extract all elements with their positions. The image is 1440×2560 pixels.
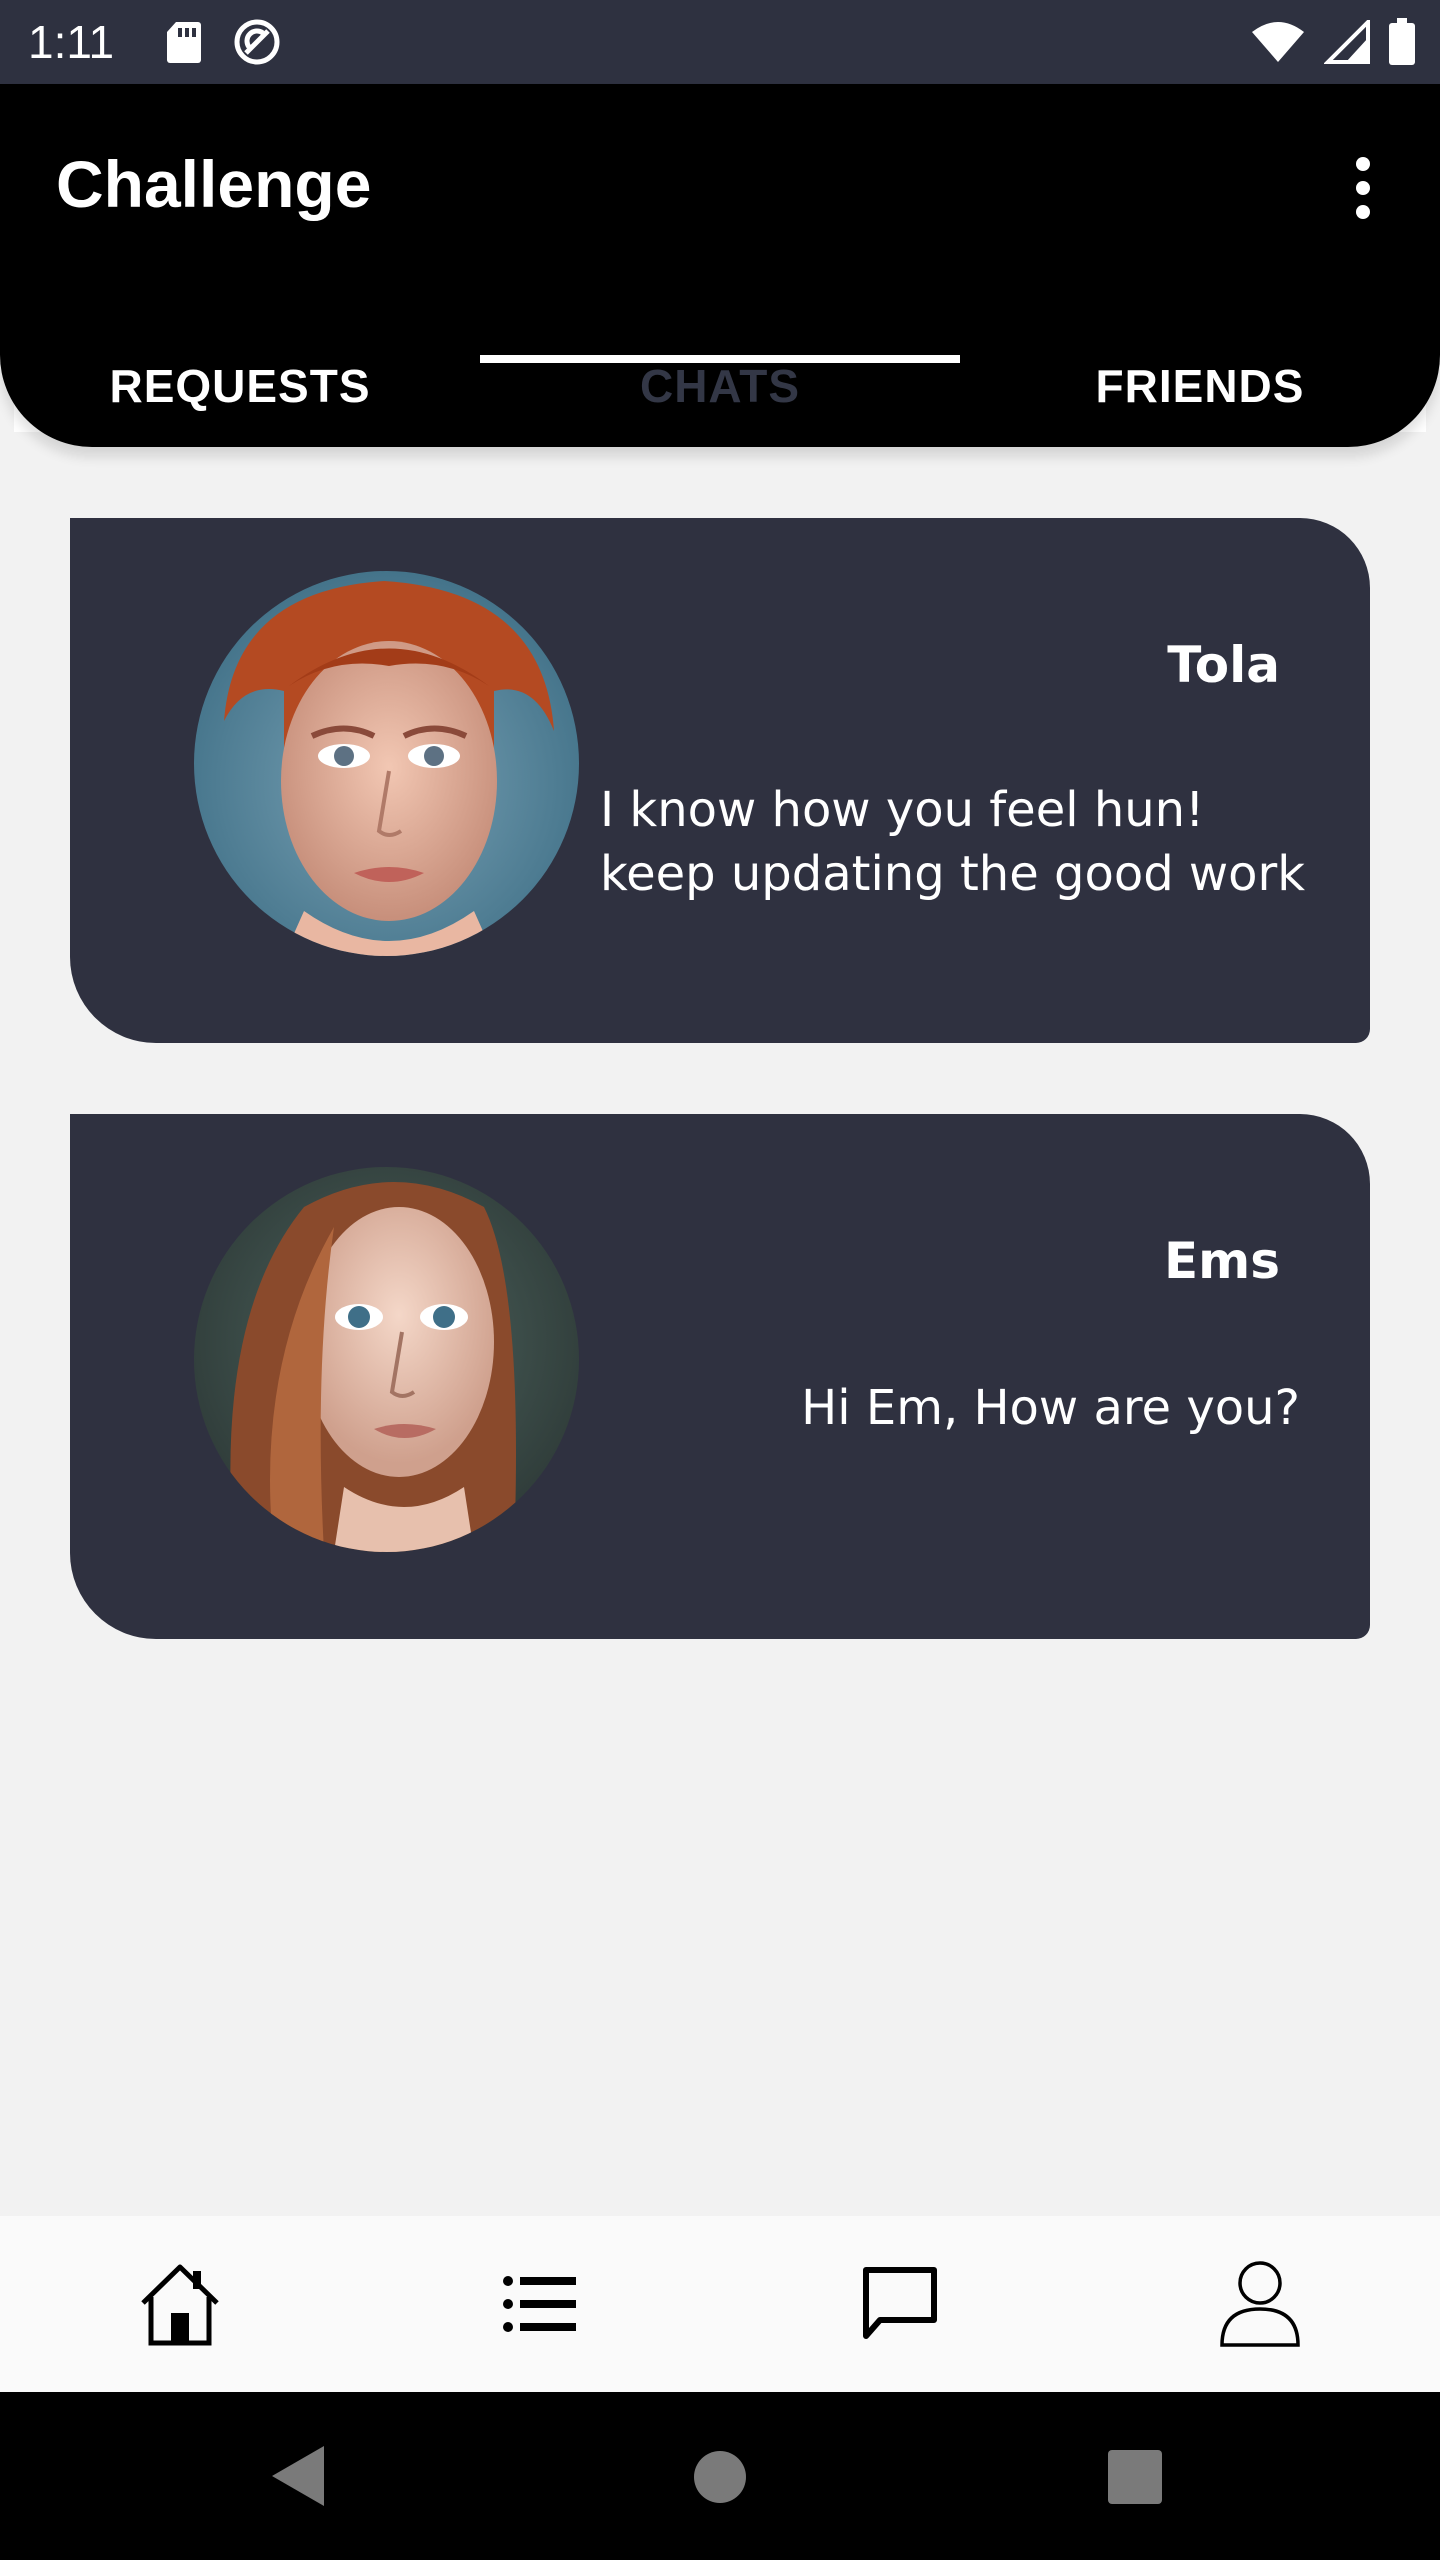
list-icon (503, 2276, 576, 2332)
wifi-icon (1252, 22, 1304, 62)
chat-last-message: I know how you feel hun! keep updating t… (600, 782, 1306, 902)
tab-bar: REQUESTS CHATS FRIENDS (0, 324, 1440, 447)
person-icon (1220, 2261, 1300, 2347)
tab-friends[interactable]: FRIENDS (960, 324, 1440, 447)
status-bar: 1:11 (0, 0, 1440, 84)
home-circle-icon[interactable] (693, 2450, 747, 2504)
chat-contact-name: Tola (1167, 636, 1280, 694)
avatar (194, 1167, 579, 1552)
tab-requests[interactable]: REQUESTS (0, 324, 480, 447)
nav-list[interactable] (360, 2216, 720, 2392)
tab-chats[interactable]: CHATS (480, 324, 960, 447)
nav-home[interactable] (0, 2216, 360, 2392)
more-options-button[interactable] (1336, 148, 1390, 228)
app-bar: Challenge REQUESTS CHATS FRIENDS (0, 84, 1440, 447)
sync-icon (234, 19, 280, 65)
signal-icon (1324, 20, 1370, 64)
status-time: 1:11 (28, 16, 115, 68)
bottom-navigation (0, 2216, 1440, 2392)
nav-profile[interactable] (1080, 2216, 1440, 2392)
system-navigation-bar (0, 2392, 1440, 2560)
chat-card[interactable]: Tola I know how you feel hun! keep updat… (70, 518, 1370, 1043)
chat-icon (863, 2267, 937, 2339)
battery-icon (1389, 18, 1415, 65)
recents-icon[interactable] (1108, 2450, 1162, 2504)
more-vert-icon (1356, 157, 1370, 171)
sd-card-icon (167, 22, 201, 63)
more-vert-icon-dot (1356, 181, 1370, 195)
active-tab-indicator (480, 355, 960, 363)
nav-chats[interactable] (720, 2216, 1080, 2392)
chat-last-message: Hi Em, How are you? (801, 1380, 1300, 1436)
chat-card[interactable]: Ems Hi Em, How are you? (70, 1114, 1370, 1639)
home-icon (141, 2264, 219, 2346)
page-title: Challenge (56, 147, 372, 221)
avatar (194, 571, 579, 956)
status-left-icons (166, 18, 282, 66)
status-right-icons (1250, 18, 1416, 66)
more-vert-icon-dot (1356, 205, 1370, 219)
chat-contact-name: Ems (1163, 1232, 1280, 1290)
back-icon[interactable] (270, 2444, 326, 2508)
